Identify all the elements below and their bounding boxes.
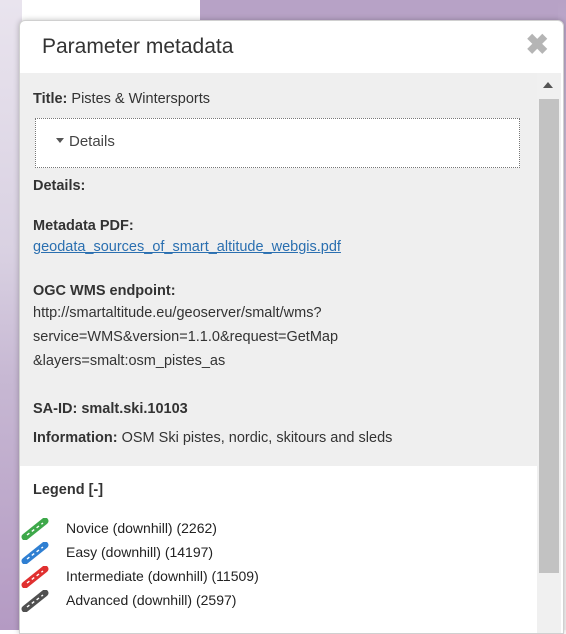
information: Information: OSM Ski pistes, nordic, ski… (33, 430, 392, 446)
details-heading: Details: (33, 178, 86, 194)
legend-label: Intermediate (downhill) (11509) (66, 568, 259, 584)
legend-label: Easy (downhill) (14197) (66, 544, 214, 560)
title-value: Pistes & Wintersports (71, 91, 210, 107)
metadata-title: Title: Pistes & Wintersports (33, 91, 210, 107)
scrollbar-thumb[interactable] (539, 99, 559, 573)
caret-down-icon (56, 138, 64, 143)
scroll-up-arrow-icon[interactable] (543, 82, 553, 88)
dialog-title: Parameter metadata (42, 35, 234, 58)
ski-piste-line-icon (21, 518, 49, 540)
wms-endpoint-line: &layers=smalt:osm_pistes_as (33, 353, 226, 369)
information-label: Information: (33, 430, 118, 446)
map-fragment-top (200, 0, 566, 22)
wms-endpoint-line: http://smartaltitude.eu/geoserver/smalt/… (33, 305, 322, 321)
metadata-section: Title: Pistes & Wintersports Details Det… (20, 73, 537, 466)
information-value: OSM Ski pistes, nordic, skitours and sle… (121, 430, 393, 446)
dialog-header: Parameter metadata ✖ (20, 21, 563, 73)
sa-id: SA-ID: smalt.ski.10103 (33, 401, 188, 417)
dialog-content: Title: Pistes & Wintersports Details Det… (20, 73, 537, 633)
metadata-pdf-label: Metadata PDF: (33, 218, 134, 234)
legend-toggle[interactable]: Legend [-] (33, 482, 103, 498)
wms-endpoint-line: service=WMS&version=1.1.0&request=GetMap (33, 329, 339, 345)
details-toggle[interactable]: Details (35, 118, 520, 168)
scrollbar[interactable] (537, 73, 561, 633)
legend-label: Advanced (downhill) (2597) (66, 592, 237, 608)
metadata-pdf-link[interactable]: geodata_sources_of_smart_altitude_webgis… (33, 239, 341, 255)
wms-endpoint-label: OGC WMS endpoint: (33, 283, 176, 299)
ski-piste-line-icon (21, 590, 49, 612)
title-label: Title: (33, 91, 68, 107)
details-toggle-label: Details (69, 133, 115, 150)
ski-piste-line-icon (21, 542, 49, 564)
legend-label: Novice (downhill) (2262) (66, 520, 217, 536)
ski-piste-line-icon (21, 566, 49, 588)
parameter-metadata-dialog: Parameter metadata ✖ Title: Pistes & Win… (19, 20, 564, 634)
close-icon[interactable]: ✖ (526, 31, 549, 59)
